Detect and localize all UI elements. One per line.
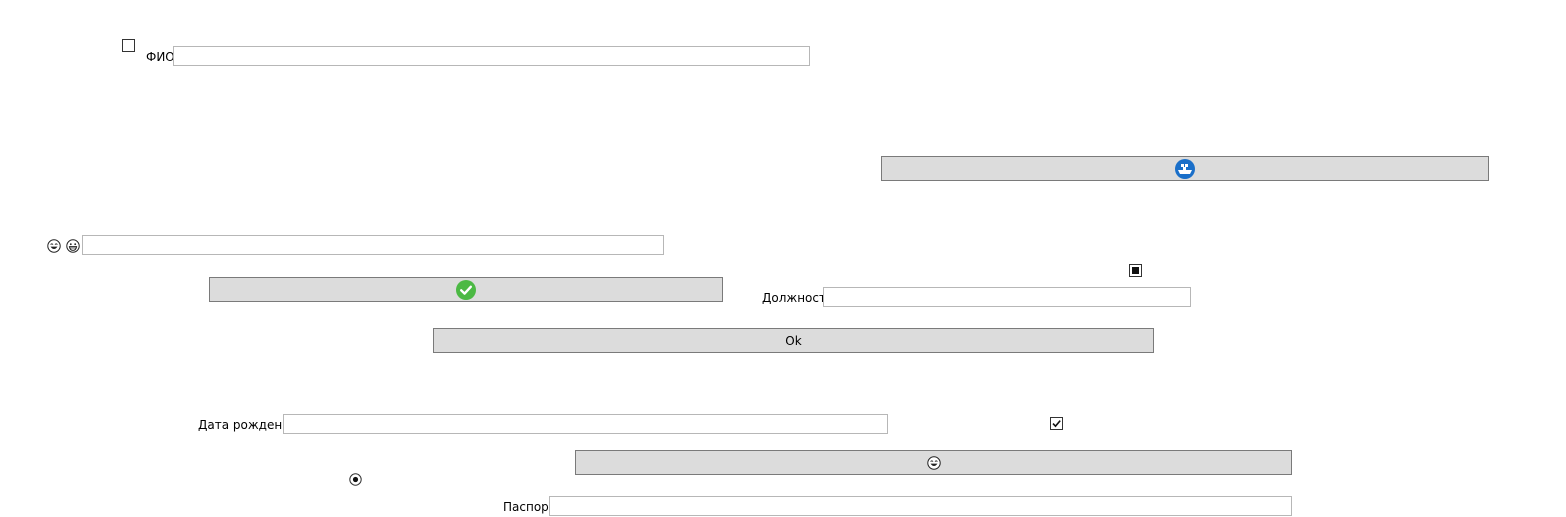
pasport-input[interactable] (549, 496, 1292, 516)
unchecked-checkbox[interactable] (122, 39, 135, 52)
radio-button[interactable] (349, 473, 362, 486)
indeterminate-checkbox[interactable] (1129, 264, 1142, 277)
emoji-input[interactable] (82, 235, 664, 255)
ship-button[interactable] (881, 156, 1489, 181)
fio-label: ФИО (146, 50, 175, 64)
ship-icon (1175, 158, 1195, 179)
check-circle-icon (456, 279, 476, 300)
laugh-button[interactable] (575, 450, 1292, 475)
pasport-label: Паспорт (503, 500, 556, 514)
checked-checkbox[interactable] (1050, 417, 1063, 430)
dolzhnost-input[interactable] (823, 287, 1191, 307)
ok-button[interactable]: Ok (433, 328, 1154, 353)
grinning-face-icon (66, 239, 80, 253)
data-rozhdeniya-input[interactable] (283, 414, 888, 434)
confirm-button[interactable] (209, 277, 723, 302)
checkmark-icon (1052, 420, 1061, 428)
fio-input[interactable] (173, 46, 810, 66)
laughing-face-icon (926, 455, 941, 470)
laughing-face-icon (47, 239, 61, 253)
